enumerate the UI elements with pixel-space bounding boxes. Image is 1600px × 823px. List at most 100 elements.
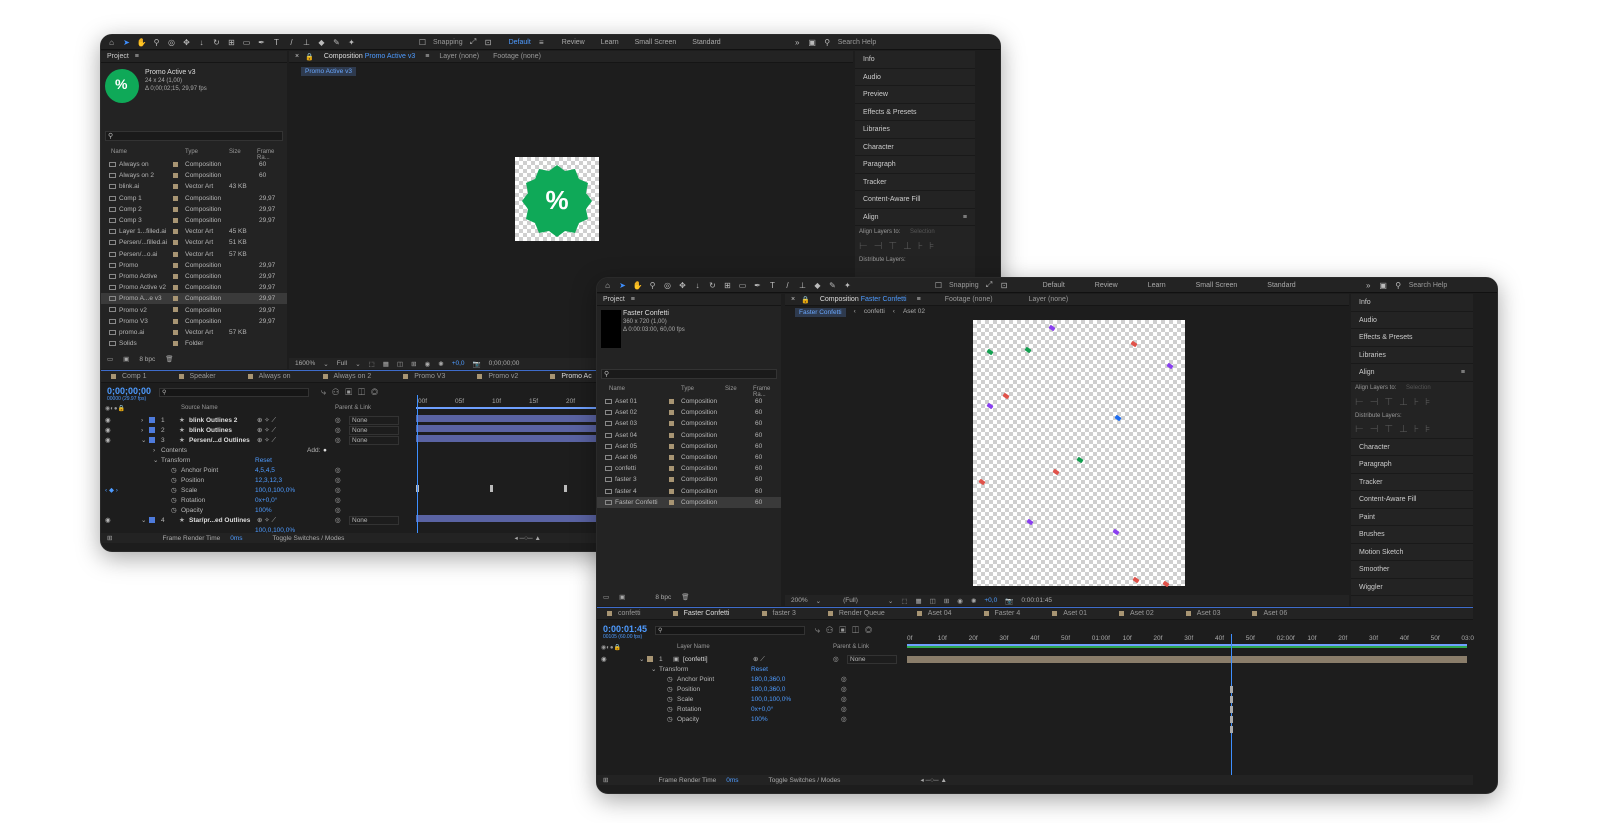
mask-icon[interactable]: ◫	[397, 360, 403, 368]
parent-dropdown[interactable]: None	[349, 425, 399, 435]
search-help-input[interactable]: Search Help	[1409, 282, 1448, 289]
add-button[interactable]: Add:	[307, 447, 320, 454]
rectangle-tool-icon[interactable]: ▭	[738, 281, 747, 290]
label-color-swatch[interactable]	[669, 488, 674, 494]
stopwatch-icon[interactable]: ◷	[667, 695, 673, 703]
pickwhip-icon[interactable]: ◎	[833, 655, 839, 663]
project-item[interactable]: Promo V3 Composition 29,97	[101, 316, 287, 327]
project-item[interactable]: Aset 03 Composition 60	[597, 418, 781, 429]
tab-footage[interactable]: Footage (none)	[941, 296, 997, 303]
add-circle-icon[interactable]: ●	[323, 447, 327, 454]
comp-flowchart-icon[interactable]: ⊞	[603, 776, 608, 784]
crumb-faster-confetti[interactable]: Faster Confetti	[795, 308, 846, 317]
comp-flowchart-icon[interactable]: ⊞	[107, 534, 112, 542]
type-tool-icon[interactable]: T	[768, 281, 777, 290]
distribute-buttons[interactable]: ⊢⊣⊤⊥⊦⊧	[1351, 421, 1473, 439]
label-color-swatch[interactable]	[669, 421, 674, 427]
roto-tool-icon[interactable]: ✎	[828, 281, 837, 290]
new-folder-icon[interactable]: ▭	[603, 593, 609, 601]
panel-libraries[interactable]: Libraries	[1351, 347, 1473, 364]
workspace-learn[interactable]: Learn	[1148, 282, 1166, 289]
chevron-down-icon[interactable]: ⌄	[639, 655, 644, 663]
panel-menu-icon[interactable]: ≡	[631, 296, 635, 303]
stamp-tool-icon[interactable]: ⊥	[302, 38, 311, 47]
label-color-swatch[interactable]	[149, 417, 155, 423]
label-color-swatch[interactable]	[173, 296, 178, 302]
contents-group[interactable]: › Contents Add: ●	[101, 445, 413, 455]
stopwatch-icon[interactable]: ◷	[667, 705, 673, 713]
transform-group[interactable]: ⌄ Transform Reset	[101, 455, 413, 465]
current-time-display[interactable]: 0:00:01:45	[1021, 597, 1052, 604]
pickwhip-icon[interactable]: ◎	[335, 426, 341, 434]
project-item[interactable]: Promo Composition 29,97	[101, 260, 287, 271]
workspace-small-screen[interactable]: Small Screen	[1196, 282, 1238, 289]
visibility-eye-icon[interactable]: ◉	[105, 516, 111, 524]
crumb-confetti[interactable]: confetti	[864, 308, 885, 317]
property-value[interactable]: 100,0,100,0%	[255, 487, 295, 494]
property-value[interactable]: 100,0,100,0%	[751, 696, 791, 703]
panel-menu-icon[interactable]: ≡	[963, 209, 967, 226]
transform-property-row[interactable]: ◷ Anchor Point 4,5,4,5 ◎	[101, 465, 413, 475]
rectangle-tool-icon[interactable]: ▭	[242, 38, 251, 47]
snapping-checkbox[interactable]: ☐	[418, 38, 427, 47]
timeline-tab[interactable]: Aset 03	[1182, 610, 1225, 617]
workspace-standard[interactable]: Standard	[1267, 282, 1295, 289]
home-icon[interactable]: ⌂	[107, 38, 116, 47]
parent-dropdown[interactable]: None	[349, 435, 399, 445]
layer-bar-confetti[interactable]	[907, 656, 1467, 663]
project-item[interactable]: Aset 01 Composition 60	[597, 396, 781, 407]
chevron-down-icon[interactable]: ⌄	[323, 360, 328, 368]
workspace-default[interactable]: Default	[509, 39, 531, 46]
visibility-eye-icon[interactable]: ◉	[105, 426, 111, 434]
project-item[interactable]: Promo Active Composition 29,97	[101, 271, 287, 282]
transform-property-row[interactable]: ◷ Position 180,0,360,0 ◎	[597, 684, 903, 694]
panel-menu-icon[interactable]: ≡	[1461, 364, 1465, 381]
bpc-label[interactable]: 8 bpc	[655, 594, 671, 601]
snapshot-icon[interactable]: 📷	[473, 360, 481, 368]
property-value[interactable]: 180,0,360,0	[751, 686, 785, 693]
stopwatch-icon[interactable]: ◷	[667, 715, 673, 723]
timeline-tab[interactable]: Always on	[244, 373, 295, 380]
timeline-layer-row[interactable]: ◉ ⌄ 4 ★ Star/pr...ed Outlines ⊕ ✧ ⟋ ◎ None	[101, 515, 413, 525]
label-color-swatch[interactable]	[173, 206, 178, 212]
puppet-tool-icon[interactable]: ✦	[843, 281, 852, 290]
chevron-down-icon[interactable]: ⌄	[141, 516, 146, 524]
workspace-review[interactable]: Review	[1095, 282, 1118, 289]
brush-tool-icon[interactable]: /	[287, 38, 296, 47]
timeline-tab[interactable]: Aset 02	[1115, 610, 1158, 617]
lock-icon[interactable]: 🔒	[801, 296, 810, 304]
project-title[interactable]: Project	[603, 296, 625, 303]
panel-wiggler[interactable]: Wiggler	[1351, 579, 1473, 596]
timeline-switch-icons[interactable]: ⤷⚇▣◫◎	[815, 625, 878, 636]
timeline-tab[interactable]: Aset 06	[1248, 610, 1291, 617]
project-item[interactable]: Promo v2 Composition 29,97	[101, 304, 287, 315]
col-source-name[interactable]: Source Name	[181, 405, 218, 411]
layer-switches-icon[interactable]: ⊕ ⟋	[753, 655, 765, 664]
pen-tool-icon[interactable]: ✒	[257, 38, 266, 47]
panel-info[interactable]: Info	[855, 51, 975, 69]
property-value[interactable]: 180,0,360,0	[751, 676, 785, 683]
more-workspaces-icon[interactable]: »	[793, 38, 802, 47]
layer-name[interactable]: [confetti]	[683, 656, 708, 663]
col-type[interactable]: Type	[185, 149, 198, 155]
label-color-swatch[interactable]	[669, 499, 674, 505]
transform-property-row[interactable]: ◷ Scale 100,0,100,0% ◎	[597, 694, 903, 704]
pickwhip-icon[interactable]: ◎	[335, 416, 341, 424]
col-name[interactable]: Name	[609, 386, 625, 392]
project-item[interactable]: Promo A...e v3 Composition 29,97	[101, 293, 287, 305]
close-icon[interactable]: ×	[295, 53, 299, 60]
panel-audio[interactable]: Audio	[1351, 312, 1473, 329]
timeline-current-time[interactable]: 0;00;00;00	[107, 386, 151, 396]
label-color-swatch[interactable]	[647, 656, 653, 662]
expression-pickwhip-icon[interactable]: ◎	[841, 685, 847, 693]
label-color-swatch[interactable]	[669, 410, 674, 416]
project-item[interactable]: Aset 02 Composition 60	[597, 407, 781, 418]
new-folder-icon[interactable]: ▭	[107, 355, 113, 363]
project-item[interactable]: Layer 1...filled.ai Vector Art 45 KB	[101, 226, 287, 237]
exposure-value[interactable]: +0,0	[984, 597, 997, 604]
region-icon[interactable]: ⬚	[901, 597, 907, 605]
label-color-swatch[interactable]	[173, 184, 178, 190]
keyframe[interactable]	[1230, 696, 1233, 703]
property-value[interactable]: 100%	[751, 716, 768, 723]
label-color-swatch[interactable]	[173, 240, 178, 246]
